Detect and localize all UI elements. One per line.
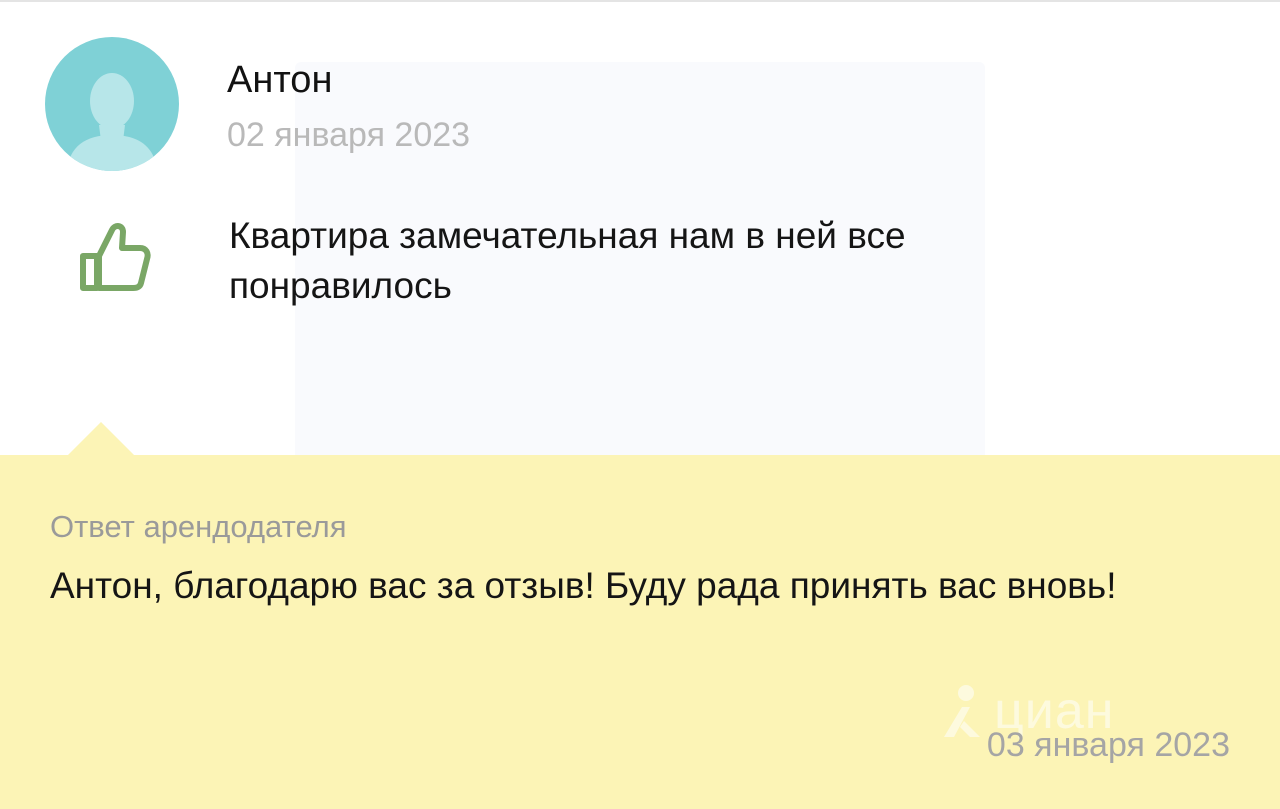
avatar[interactable]	[45, 37, 179, 171]
review-text: Квартира замечательная нам в ней все пон…	[229, 215, 906, 306]
user-silhouette-icon	[67, 73, 157, 171]
landlord-reply: Ответ арендодателя Антон, благодарю вас …	[0, 455, 1280, 809]
reply-heading: Ответ арендодателя	[50, 509, 347, 544]
reply-date: 03 января 2023	[986, 726, 1230, 764]
review-date: 02 января 2023	[227, 116, 471, 154]
thumbs-up-icon	[80, 223, 151, 291]
reply-text: Антон, благодарю вас за отзыв! Буду рада…	[50, 565, 1117, 606]
cian-logo-icon	[944, 685, 980, 737]
reply-pointer	[67, 422, 135, 456]
review-card: Антон 02 января 2023 Квартира замечатель…	[0, 0, 1280, 455]
review-author-name: Антон	[227, 59, 333, 101]
